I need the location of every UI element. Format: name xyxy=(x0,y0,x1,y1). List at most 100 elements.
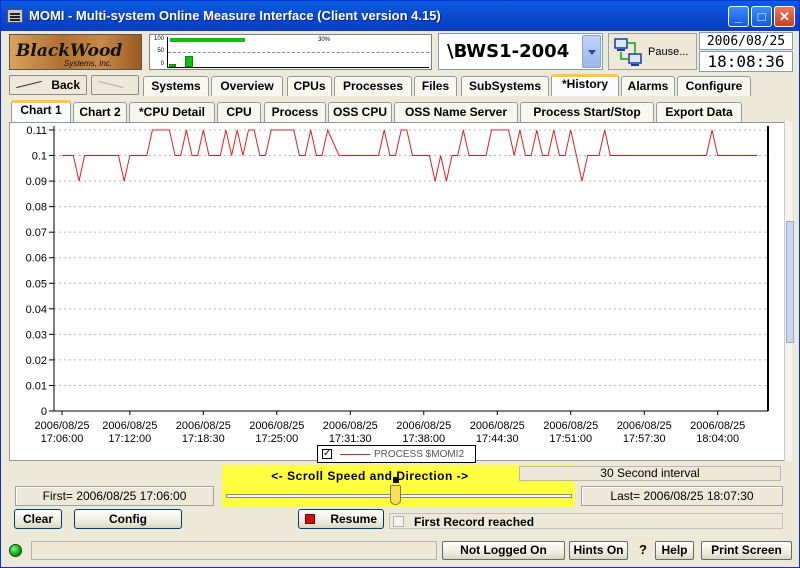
scroll-speed-label: <- Scroll Speed and Direction -> xyxy=(271,469,469,483)
mini-axis-100: 100 xyxy=(153,36,164,42)
logo-sub: Systems, Inc. xyxy=(64,59,113,68)
x-tick-time: 17:25:00 xyxy=(255,433,298,445)
pause-label: Pause... xyxy=(648,46,689,58)
tab-cpu-detail[interactable]: *CPU Detail xyxy=(129,102,215,122)
y-tick-label: 0.02 xyxy=(26,355,47,367)
close-button[interactable]: ✕ xyxy=(774,6,795,27)
chart-panel: 0 0.01 0.02 0.03 0.04 0.05 0.06 0.07 0.08 0.09 0.1… xyxy=(9,122,792,461)
connection-status-icon xyxy=(9,544,22,557)
window-title: MOMI - Multi-system Online Measure Inter… xyxy=(29,8,441,23)
vertical-scrollbar[interactable] xyxy=(784,121,794,461)
tab-process[interactable]: Process xyxy=(264,102,326,122)
x-tick-time: 17:31:30 xyxy=(329,433,372,445)
login-status-button[interactable]: Not Logged On xyxy=(442,541,565,560)
current-time: 18:08:36 xyxy=(699,51,793,72)
x-tick-date: 2006/08/25 xyxy=(396,420,451,432)
y-tick-label: 0 xyxy=(41,406,47,418)
mini-progress-bar xyxy=(170,38,245,42)
main-window: MOMI - Multi-system Online Measure Inter… xyxy=(0,0,800,568)
mini-plot-area: 30% xyxy=(167,37,429,68)
legend-checkbox[interactable] xyxy=(322,446,332,462)
tab-subsystems[interactable]: SubSystems xyxy=(461,76,549,96)
first-record-indicator: First Record reached xyxy=(389,513,783,529)
current-date: 2006/08/25 xyxy=(699,32,793,50)
scroll-center-marker xyxy=(393,477,399,483)
y-tick-label: 0.1 xyxy=(32,151,47,163)
hints-button[interactable]: Hints On xyxy=(569,541,628,560)
tab-processes[interactable]: Processes xyxy=(334,76,412,96)
back-label: Back xyxy=(51,78,80,92)
system-selector[interactable]: \BWS1-2004 xyxy=(438,33,603,70)
title-bar[interactable]: MOMI - Multi-system Online Measure Inter… xyxy=(1,1,799,31)
tab-chart-1[interactable]: Chart 1 xyxy=(11,100,71,122)
clear-button[interactable]: Clear xyxy=(14,509,62,529)
first-timestamp: First= 2006/08/25 17:06:00 xyxy=(15,486,214,506)
tab-chart-2[interactable]: Chart 2 xyxy=(73,102,127,122)
current-datetime: 2006/08/25 18:08:36 xyxy=(699,32,793,72)
help-button[interactable]: Help xyxy=(655,541,694,560)
tab-alarms[interactable]: Alarms xyxy=(621,76,675,96)
scroll-speed-slider[interactable] xyxy=(390,485,401,505)
back-button[interactable]: Back xyxy=(9,75,87,95)
x-tick-date: 2006/08/25 xyxy=(249,420,304,432)
print-screen-button[interactable]: Print Screen xyxy=(701,541,792,560)
tab-systems[interactable]: Systems xyxy=(143,76,209,96)
x-tick-date: 2006/08/25 xyxy=(690,420,745,432)
mini-axis-0: 0 xyxy=(160,61,164,67)
legend-series-name: PROCESS $MOMI2 xyxy=(374,449,465,460)
y-tick-label: 0.05 xyxy=(26,278,47,290)
mini-progress-label: 30% xyxy=(318,37,331,43)
network-computers-icon xyxy=(614,38,642,66)
x-tick-time: 17:18:30 xyxy=(182,433,225,445)
tab-configure[interactable]: Configure xyxy=(677,76,751,96)
y-tick-label: 0.07 xyxy=(26,227,47,239)
app-icon[interactable] xyxy=(7,9,23,23)
y-tick-label: 0.09 xyxy=(26,176,47,188)
chart-legend[interactable]: PROCESS $MOMI2 xyxy=(317,445,476,463)
x-tick-date: 2006/08/25 xyxy=(323,420,378,432)
last-timestamp: Last= 2006/08/25 18:07:30 xyxy=(581,486,783,506)
tab-files[interactable]: Files xyxy=(414,76,457,96)
maximize-button[interactable]: □ xyxy=(751,6,772,27)
legend-line xyxy=(340,454,370,455)
back-arrow-icon xyxy=(16,80,42,89)
pause-button[interactable]: Pause... xyxy=(608,33,697,70)
question-icon[interactable]: ? xyxy=(639,542,647,557)
x-tick-time: 18:04:00 xyxy=(696,433,739,445)
tab-overview[interactable]: Overview xyxy=(211,76,283,96)
x-tick-date: 2006/08/25 xyxy=(34,420,89,432)
x-tick-date: 2006/08/25 xyxy=(176,420,231,432)
tab-oss-name-server[interactable]: OSS Name Server xyxy=(394,102,518,122)
logo-brand: BlackWood xyxy=(16,41,123,61)
tab-cpu[interactable]: CPU xyxy=(217,102,261,122)
resume-button[interactable]: Resume xyxy=(298,509,384,529)
tab-cpus[interactable]: CPUs xyxy=(287,76,332,96)
chevron-down-icon[interactable] xyxy=(582,35,601,68)
resume-label: Resume xyxy=(330,512,377,526)
stop-icon xyxy=(305,514,315,524)
first-record-label: First Record reached xyxy=(414,515,535,529)
interval-display: 30 Second interval xyxy=(519,466,781,481)
mini-gridline xyxy=(168,52,429,53)
tab-oss-cpu[interactable]: OSS CPU xyxy=(328,102,392,122)
minimize-button[interactable]: _ xyxy=(728,6,749,27)
y-tick-label: 0.11 xyxy=(26,125,47,137)
x-tick-date: 2006/08/25 xyxy=(470,420,525,432)
mini-bar xyxy=(185,56,193,67)
forward-button[interactable] xyxy=(91,75,139,95)
x-tick-time: 17:12:00 xyxy=(108,433,151,445)
x-tick-time: 17:51:00 xyxy=(549,433,592,445)
tab-history[interactable]: *History xyxy=(551,74,619,96)
tab-process-start-stop[interactable]: Process Start/Stop xyxy=(520,102,654,122)
first-record-checkbox xyxy=(393,516,404,527)
config-button[interactable]: Config xyxy=(74,509,182,529)
mini-bar xyxy=(169,64,176,67)
blackwood-logo: BlackWood Systems, Inc. xyxy=(9,34,142,70)
x-tick-date: 2006/08/25 xyxy=(102,420,157,432)
mini-axis-50: 50 xyxy=(157,48,164,54)
y-tick-label: 0.03 xyxy=(26,329,47,341)
history-line-chart: 0 0.01 0.02 0.03 0.04 0.05 0.06 0.07 0.08 0.09 0.1… xyxy=(26,125,769,445)
y-tick-label: 0.06 xyxy=(26,253,47,265)
tab-export-data[interactable]: Export Data xyxy=(656,102,742,122)
mini-activity-chart: 100 50 0 30% xyxy=(149,34,432,70)
